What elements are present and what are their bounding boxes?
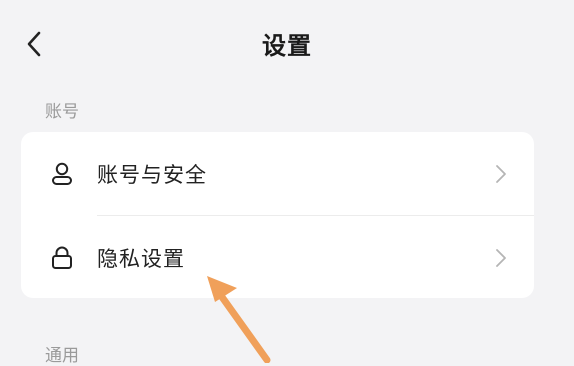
user-icon bbox=[49, 161, 75, 187]
lock-icon bbox=[49, 245, 75, 271]
settings-item-account-security[interactable]: 账号与安全 bbox=[21, 132, 534, 215]
annotation-arrow-icon bbox=[207, 276, 271, 363]
section-label-general: 通用 bbox=[45, 346, 79, 366]
page-title: 设置 bbox=[262, 32, 312, 60]
chevron-right-icon bbox=[494, 164, 508, 184]
settings-item-label: 隐私设置 bbox=[97, 246, 185, 271]
header: 设置 bbox=[0, 0, 574, 90]
chevron-right-icon bbox=[494, 248, 508, 268]
settings-item-label: 账号与安全 bbox=[97, 162, 207, 187]
section-label-account: 账号 bbox=[45, 102, 79, 122]
